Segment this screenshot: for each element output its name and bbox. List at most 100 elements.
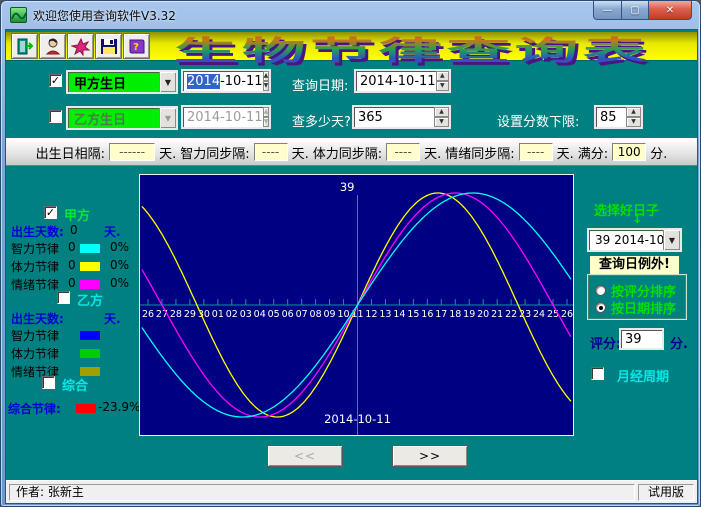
birth-gap-field[interactable]: ------: [109, 143, 156, 161]
full-score-field[interactable]: 100: [612, 143, 647, 161]
legend-composite-checkbox[interactable]: [42, 376, 55, 389]
a-birth-days-label: 出生天数:: [11, 225, 64, 239]
prev-button[interactable]: <<: [267, 445, 343, 467]
help-button[interactable]: ?: [123, 33, 150, 59]
user-button[interactable]: [39, 33, 66, 59]
a-intellect-value: 0: [68, 240, 76, 254]
chart-canvas: 26 27 28 29 30 01 02 03 04 05 06 07 08 09 10 11 12 13 14 15…: [140, 175, 573, 435]
svg-text:03: 03: [240, 309, 252, 320]
minimize-button[interactable]: —: [593, 1, 622, 20]
svg-text:28: 28: [170, 309, 182, 320]
days-value[interactable]: 365: [354, 110, 434, 125]
a-intellect-swatch: [80, 244, 100, 253]
svg-text:07: 07: [296, 309, 308, 320]
save-button[interactable]: [95, 33, 122, 59]
chevron-down-icon[interactable]: ▼: [159, 72, 176, 92]
chevron-down-icon[interactable]: ▼: [663, 230, 680, 250]
query-date-field[interactable]: 2014-10-11 ▲ ▼: [354, 69, 451, 93]
window-title: 欢迎您使用查询软件V3.32: [33, 9, 176, 23]
svg-text:39: 39: [340, 180, 355, 194]
radio-icon[interactable]: [595, 302, 606, 313]
days-spinner[interactable]: ▲ ▼: [434, 107, 449, 127]
svg-text:02: 02: [226, 309, 238, 320]
physical-sync-suffix: 天.: [424, 146, 442, 162]
party-a-date-field[interactable]: 2014-10-11 ▲ ▼: [181, 69, 271, 93]
emotion-sync-field[interactable]: ----: [518, 143, 553, 161]
title-bar[interactable]: 欢迎您使用查询软件V3.32 — ▢ ✕: [1, 1, 700, 29]
banner-title: 生物节律查询表 生物节律查询表: [174, 30, 694, 70]
a-intellect-percent: 0%: [110, 240, 130, 254]
score-value[interactable]: 39: [621, 332, 662, 347]
edition-badge: 试用版: [638, 483, 694, 501]
intellect-sync-field[interactable]: ----: [253, 143, 288, 161]
full-score-suffix: 分.: [650, 146, 668, 162]
a-emotion-label: 情绪节律: [11, 278, 60, 292]
party-b-date-field: 2014-10-11 ▲ ▼: [181, 105, 271, 129]
party-a-date-tail[interactable]: -10-11: [220, 74, 262, 89]
svg-text:22: 22: [505, 309, 517, 320]
a-physical-label: 体力节律: [11, 260, 60, 274]
radio-icon[interactable]: [595, 285, 606, 296]
menstrual-cycle-checkbox[interactable]: [591, 367, 604, 380]
birth-gap-suffix: 天.: [159, 146, 177, 162]
birth-gap-label: 出生日相隔:: [35, 146, 106, 162]
legend-party-a-label: 甲方: [64, 209, 91, 224]
party-a-date-spinner[interactable]: ▲ ▼: [262, 71, 270, 91]
sort-groupbox: 按评分排序 按日期排序: [587, 274, 687, 320]
author-status: 作者: 张新主: [9, 483, 635, 501]
score-limit-field[interactable]: 85 ▲ ▼: [594, 105, 643, 129]
next-button[interactable]: >>: [392, 445, 468, 467]
party-a-birthday-combo[interactable]: 甲方生日 ▼: [66, 70, 178, 94]
composite-swatch: [76, 404, 96, 413]
status-bar: 作者: 张新主 试用版: [6, 480, 697, 503]
tools-button[interactable]: [67, 33, 94, 59]
maximize-button[interactable]: ▢: [622, 1, 649, 20]
svg-text:19: 19: [463, 309, 475, 320]
legend-party-a-checkbox[interactable]: ✓: [44, 206, 57, 219]
score-label: 评分:: [590, 337, 622, 352]
legend-composite-label: 综合: [62, 379, 89, 394]
full-score-label: 满分:: [577, 146, 609, 162]
pick-good-day-label: 选择好日子: [594, 204, 660, 219]
b-physical-swatch: [80, 349, 100, 358]
good-day-combo[interactable]: 39 2014-10-1: ▼: [587, 228, 682, 252]
sort-by-date-option[interactable]: 按日期排序: [595, 298, 676, 317]
party-b-date-value: 2014-10-11: [187, 109, 263, 125]
party-a-checkbox[interactable]: ✓: [49, 74, 62, 87]
physical-sync-field[interactable]: ----: [386, 143, 421, 161]
score-limit-label: 设置分数下限:: [497, 115, 580, 130]
party-a-date-year[interactable]: 2014: [187, 73, 221, 89]
svg-text:26: 26: [561, 309, 573, 320]
legend-party-b-checkbox[interactable]: [57, 291, 70, 304]
svg-text:12: 12: [365, 309, 377, 320]
svg-text:04: 04: [254, 309, 266, 320]
a-emotion-value: 0: [68, 276, 76, 290]
a-birth-days-value: 0: [70, 223, 78, 237]
query-day-exception-label: 查询日例外!: [590, 256, 679, 274]
query-date-value[interactable]: 2014-10-11: [356, 74, 436, 89]
physical-sync-label: 体力同步隔:: [312, 146, 383, 162]
svg-text:06: 06: [282, 309, 294, 320]
intellect-sync-label: 智力同步隔:: [180, 146, 250, 162]
days-field[interactable]: 365 ▲ ▼: [352, 105, 451, 129]
svg-text:21: 21: [491, 309, 503, 320]
party-b-checkbox[interactable]: [49, 110, 62, 123]
a-intellect-label: 智力节律: [11, 242, 60, 256]
composite-value: -23.9%: [98, 400, 141, 414]
exit-button[interactable]: [11, 33, 38, 59]
app-window: 欢迎您使用查询软件V3.32 — ▢ ✕ ? 生物节律查询表 ✓ 甲方生日 ▼ …: [0, 0, 701, 507]
query-date-spinner[interactable]: ▲ ▼: [435, 71, 449, 91]
emotion-sync-label: 情绪同步隔:: [445, 146, 515, 162]
svg-text:26: 26: [142, 309, 154, 320]
a-emotion-percent: 0%: [110, 276, 130, 290]
score-field[interactable]: 39: [619, 328, 664, 350]
svg-text:08: 08: [310, 309, 322, 320]
score-limit-spinner[interactable]: ▲ ▼: [626, 107, 641, 127]
close-button[interactable]: ✕: [649, 1, 692, 20]
chevron-down-icon: ▼: [159, 108, 176, 128]
svg-text:18: 18: [449, 309, 461, 320]
intellect-sync-suffix: 天.: [291, 146, 309, 162]
b-intellect-label: 智力节律: [11, 329, 60, 343]
score-limit-value[interactable]: 85: [596, 110, 626, 125]
svg-text:09: 09: [324, 309, 336, 320]
